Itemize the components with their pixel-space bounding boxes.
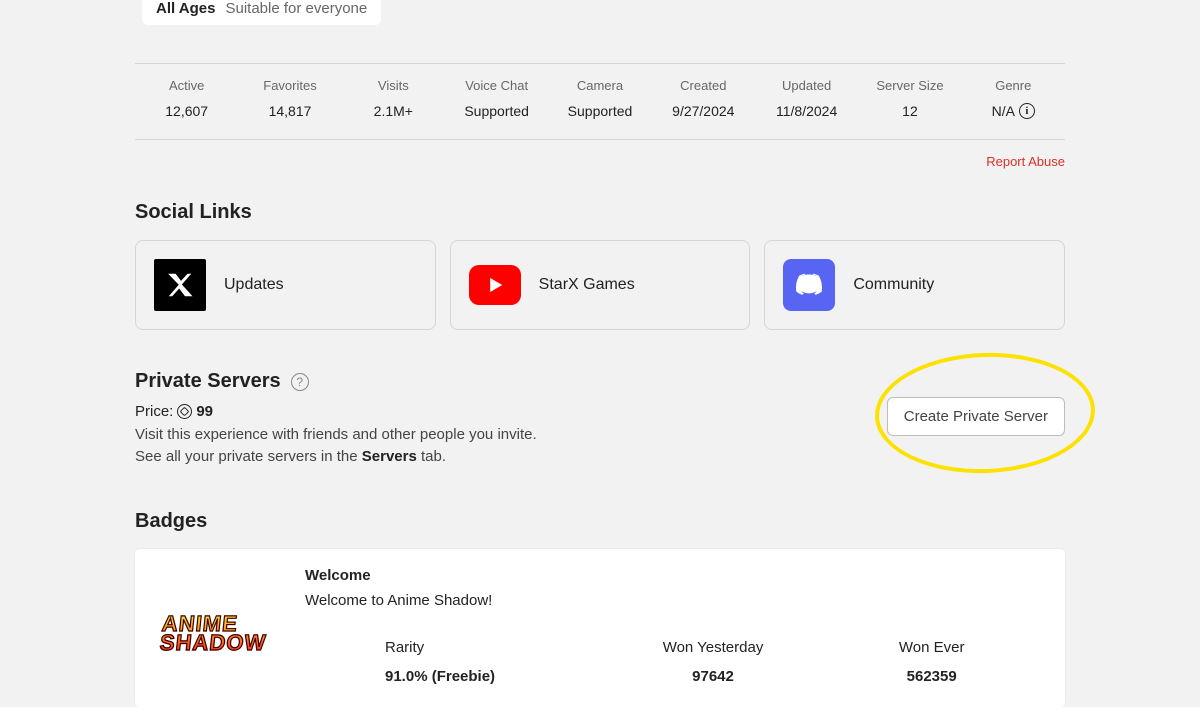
stat-value: 9/27/2024 [672,103,734,119]
private-servers-desc-line2a: See all your private servers in the [135,448,362,465]
stat-label: Camera [548,78,651,93]
discord-icon [783,259,835,311]
x-icon [154,259,206,311]
badge-title: Welcome [305,567,1041,584]
stat-label: Server Size [858,78,961,93]
age-rating-chip[interactable]: All Ages Suitable for everyone [142,0,381,25]
stats-row: Active 12,607 Favorites 14,817 Visits 2.1M+… [135,63,1065,140]
stat-value: 14,817 [269,103,312,119]
stat-label: Active [135,78,238,93]
social-link-label: Community [853,276,934,294]
price-label: Price: [135,403,173,420]
badges-heading: Badges [135,510,1065,533]
stat-value: 2.1M+ [374,103,413,119]
social-link-label: Updates [224,276,284,294]
youtube-icon [469,259,521,311]
social-link-label: StarX Games [539,276,635,294]
stat-label: Visits [342,78,445,93]
badge-stat-value: 562359 [822,668,1041,685]
stat-label: Created [652,78,755,93]
stat-label: Favorites [238,78,341,93]
age-rating-label: All Ages [156,0,215,17]
social-link-updates[interactable]: Updates [135,240,436,330]
private-servers-heading: Private Servers [135,370,281,393]
badge-logo: ANIMESHADOW [159,589,269,679]
stat-value: 11/8/2024 [776,103,837,119]
badge-card[interactable]: ANIMESHADOW Welcome Welcome to Anime Sha… [135,549,1065,707]
stat-label: Voice Chat [445,78,548,93]
stat-value: 12,607 [165,103,208,119]
badge-description: Welcome to Anime Shadow! [305,592,1041,609]
create-private-server-button[interactable]: Create Private Server [887,397,1065,436]
social-link-youtube[interactable]: StarX Games [450,240,751,330]
badge-stat-label: Rarity [385,639,604,656]
social-links-heading: Social Links [135,201,1065,224]
stat-value: Supported [568,103,633,119]
stat-value: 12 [902,103,918,119]
stat-value: N/A [992,103,1015,119]
price-value: 99 [196,403,213,420]
report-abuse-link[interactable]: Report Abuse [135,154,1065,169]
private-servers-desc-line2c: tab. [417,448,446,465]
servers-tab-link[interactable]: Servers [362,448,417,465]
social-link-discord[interactable]: Community [764,240,1065,330]
badge-stat-value: 97642 [604,668,823,685]
badge-stat-label: Won Ever [822,639,1041,656]
stat-value: Supported [464,103,529,119]
info-icon[interactable]: i [1019,103,1035,119]
age-rating-suitability: Suitable for everyone [225,0,367,17]
robux-icon [177,404,192,419]
stat-label: Updated [755,78,858,93]
badge-stat-label: Won Yesterday [604,639,823,656]
help-icon[interactable]: ? [291,373,309,391]
badge-stat-value: 91.0% (Freebie) [385,668,604,685]
stat-label: Genre [962,78,1065,93]
